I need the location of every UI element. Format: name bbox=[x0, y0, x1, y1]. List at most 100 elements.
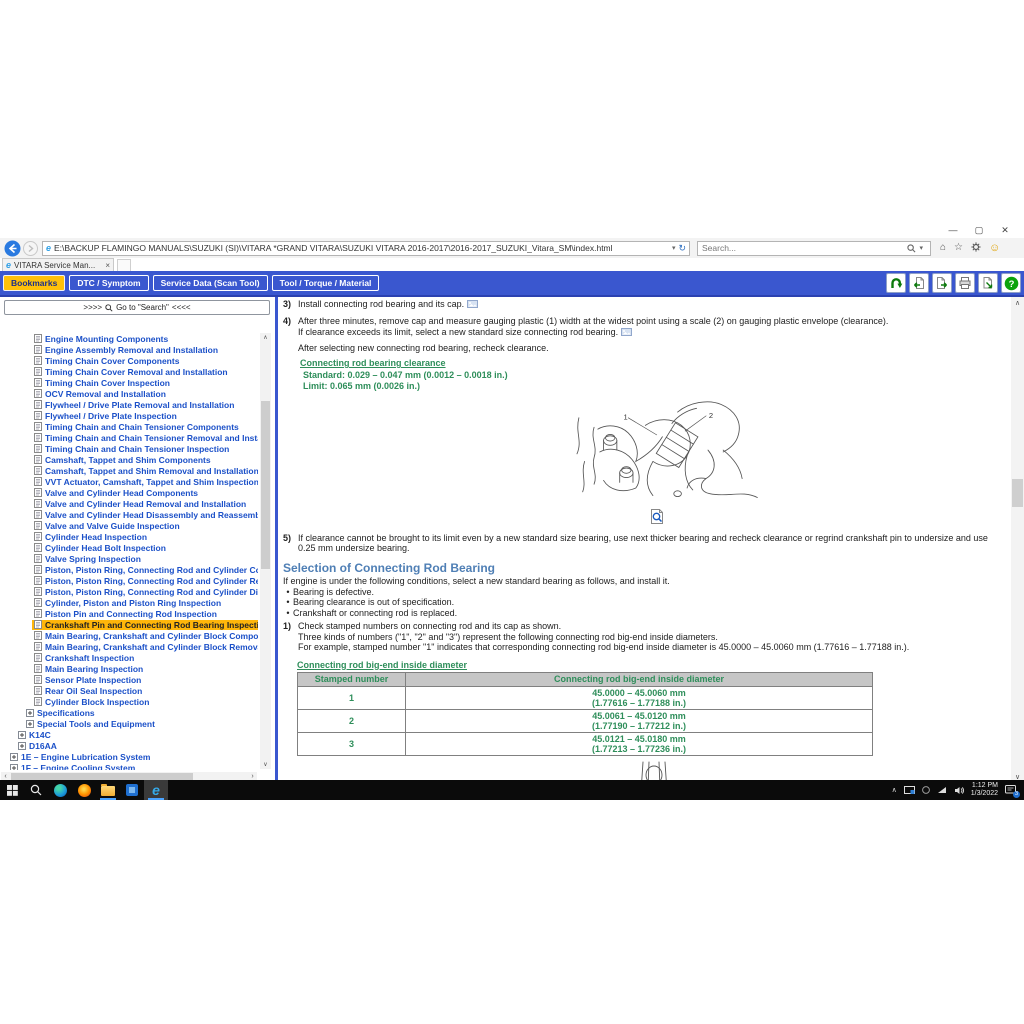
toolbar-button[interactable]: Bookmarks bbox=[3, 275, 65, 291]
sidebar-tree-item[interactable]: Valve and Valve Guide Inspection bbox=[0, 520, 258, 531]
scroll-down-icon[interactable]: ∨ bbox=[260, 761, 271, 768]
table-title[interactable]: Connecting rod big-end inside diameter bbox=[297, 660, 1007, 671]
sidebar-tree-item[interactable]: Flywheel / Drive Plate Removal and Insta… bbox=[0, 399, 258, 410]
toolbar-button[interactable]: Service Data (Scan Tool) bbox=[153, 275, 268, 291]
search-dropdown-icon[interactable]: ▾ bbox=[919, 244, 923, 252]
sidebar-tree-item[interactable]: Engine Mounting Components bbox=[0, 333, 258, 344]
sidebar-tree-item[interactable]: Main Bearing, Crankshaft and Cylinder Bl… bbox=[0, 630, 258, 641]
inline-image-icon[interactable] bbox=[621, 328, 632, 339]
sidebar-tree-item[interactable]: Flywheel / Drive Plate Inspection bbox=[0, 410, 258, 421]
taskbar-search-icon[interactable] bbox=[24, 780, 48, 800]
sidebar-tree-item[interactable]: Cylinder, Piston and Piston Ring Inspect… bbox=[0, 597, 258, 608]
sidebar-tree-item[interactable]: Special Tools and Equipment bbox=[0, 718, 258, 729]
tray-volume-icon[interactable] bbox=[954, 786, 964, 795]
scrollbar-thumb[interactable] bbox=[1012, 479, 1023, 507]
help-icon[interactable]: ? bbox=[1001, 273, 1021, 293]
sidebar-tree-item[interactable]: Timing Chain and Chain Tensioner Compone… bbox=[0, 421, 258, 432]
scroll-up-icon[interactable]: ∧ bbox=[1011, 299, 1024, 307]
sidebar-tree-item[interactable]: Main Bearing Inspection bbox=[0, 663, 258, 674]
favorites-star-icon[interactable]: ☆ bbox=[954, 243, 963, 253]
tray-bluetooth-icon[interactable] bbox=[922, 786, 930, 794]
sidebar-tree-item[interactable]: Crankshaft Inspection bbox=[0, 652, 258, 663]
photos-app-icon[interactable] bbox=[120, 780, 144, 800]
forward-button[interactable] bbox=[23, 241, 38, 256]
sidebar-tree-item[interactable]: Cylinder Block Inspection bbox=[0, 696, 258, 707]
go-to-search-button[interactable]: >>>> Go to "Search" <<<< bbox=[4, 300, 270, 315]
expand-plus-icon[interactable] bbox=[26, 709, 34, 717]
tray-display-icon[interactable] bbox=[904, 786, 915, 795]
edge-icon[interactable] bbox=[48, 780, 72, 800]
sidebar-tree-item[interactable]: Piston, Piston Ring, Connecting Rod and … bbox=[0, 586, 258, 597]
search-icon[interactable] bbox=[907, 244, 916, 253]
sidebar-tree-item[interactable]: Camshaft, Tappet and Shim Components bbox=[0, 454, 258, 465]
file-explorer-icon[interactable] bbox=[96, 780, 120, 800]
sidebar-tree-item[interactable]: Camshaft, Tappet and Shim Removal and In… bbox=[0, 465, 258, 476]
sidebar-tree-item[interactable]: Cylinder Head Inspection bbox=[0, 531, 258, 542]
sidebar-tree-item[interactable]: Valve and Cylinder Head Removal and Inst… bbox=[0, 498, 258, 509]
print-icon[interactable] bbox=[955, 273, 975, 293]
internet-explorer-icon[interactable]: e bbox=[144, 780, 168, 800]
sidebar-tree-item[interactable]: Main Bearing, Crankshaft and Cylinder Bl… bbox=[0, 641, 258, 652]
home-icon[interactable]: ⌂ bbox=[940, 243, 946, 253]
tab-close-icon[interactable]: × bbox=[105, 261, 110, 270]
expand-plus-icon[interactable] bbox=[10, 764, 18, 771]
sidebar-tree-item[interactable]: 1F – Engine Cooling System bbox=[0, 762, 258, 770]
sidebar-tree-item[interactable]: Piston, Piston Ring, Connecting Rod and … bbox=[0, 575, 258, 586]
sidebar-tree-item[interactable]: Crankshaft Pin and Connecting Rod Bearin… bbox=[0, 619, 258, 630]
taskbar-clock[interactable]: 1:12 PM 1/3/2022 bbox=[971, 782, 998, 799]
tab-vitara-service-manual[interactable]: e VITARA Service Man... × bbox=[2, 258, 114, 271]
hidden-icons-chevron[interactable]: ∧ bbox=[892, 786, 897, 794]
expand-plus-icon[interactable] bbox=[18, 742, 26, 750]
sidebar-tree-item[interactable]: Cylinder Head Bolt Inspection bbox=[0, 542, 258, 553]
sidebar-tree-item[interactable]: Rear Oil Seal Inspection bbox=[0, 685, 258, 696]
sidebar-tree-item[interactable]: OCV Removal and Installation bbox=[0, 388, 258, 399]
sidebar-tree-item[interactable]: Piston, Piston Ring, Connecting Rod and … bbox=[0, 564, 258, 575]
settings-gear-icon[interactable] bbox=[971, 242, 981, 255]
expand-plus-icon[interactable] bbox=[18, 731, 26, 739]
scrollbar-thumb[interactable] bbox=[261, 401, 270, 569]
scroll-up-icon[interactable]: ∧ bbox=[260, 334, 271, 341]
start-button[interactable] bbox=[0, 780, 24, 800]
feedback-smiley-icon[interactable]: ☺ bbox=[989, 243, 1000, 253]
sidebar-tree-item[interactable]: 1E – Engine Lubrication System bbox=[0, 751, 258, 762]
sidebar-tree-item[interactable]: Piston Pin and Connecting Rod Inspection bbox=[0, 608, 258, 619]
refresh-icon[interactable]: ↻ bbox=[678, 243, 686, 254]
sidebar-tree-item[interactable]: Valve and Cylinder Head Disassembly and … bbox=[0, 509, 258, 520]
sidebar-tree-item[interactable]: Valve and Cylinder Head Components bbox=[0, 487, 258, 498]
maximize-button[interactable]: ▢ bbox=[966, 223, 992, 237]
tray-network-icon[interactable] bbox=[937, 786, 947, 794]
sidebar-tree-item[interactable]: Timing Chain Cover Removal and Installat… bbox=[0, 366, 258, 377]
main-vertical-scrollbar[interactable]: ∧ ∨ bbox=[1011, 297, 1024, 783]
firefox-icon[interactable] bbox=[72, 780, 96, 800]
sidebar-tree-item[interactable]: Specifications bbox=[0, 707, 258, 718]
sidebar-tree-item[interactable]: Engine Assembly Removal and Installation bbox=[0, 344, 258, 355]
sidebar-tree-item[interactable]: K14C bbox=[0, 729, 258, 740]
sidebar-tree-item[interactable]: Timing Chain Cover Components bbox=[0, 355, 258, 366]
action-center-icon[interactable]: 3 bbox=[1005, 785, 1016, 795]
sidebar-tree-item[interactable]: Timing Chain and Chain Tensioner Removal… bbox=[0, 432, 258, 443]
sidebar-tree-item[interactable]: Sensor Plate Inspection bbox=[0, 674, 258, 685]
sidebar-tree-item[interactable]: VVT Actuator, Camshaft, Tappet and Shim … bbox=[0, 476, 258, 487]
address-dropdown-icon[interactable]: ▾ bbox=[672, 244, 676, 252]
inline-image-icon[interactable] bbox=[467, 300, 478, 311]
next-page-icon[interactable] bbox=[932, 273, 952, 293]
back-button[interactable] bbox=[4, 240, 21, 257]
previous-page-icon[interactable] bbox=[909, 273, 929, 293]
expand-plus-icon[interactable] bbox=[26, 720, 34, 728]
expand-plus-icon[interactable] bbox=[10, 753, 18, 761]
zoom-image-icon[interactable] bbox=[650, 509, 1007, 524]
sidebar-tree-item[interactable]: Timing Chain Cover Inspection bbox=[0, 377, 258, 388]
new-tab-button[interactable] bbox=[117, 259, 131, 271]
toolbar-button[interactable]: DTC / Symptom bbox=[69, 275, 148, 291]
minimize-button[interactable]: — bbox=[940, 223, 966, 237]
clearance-spec-title[interactable]: Connecting rod bearing clearance bbox=[300, 358, 1007, 369]
search-input[interactable]: Search... ▾ bbox=[697, 241, 931, 256]
sidebar-vertical-scrollbar[interactable]: ∧ ∨ bbox=[260, 333, 271, 769]
close-button[interactable]: ✕ bbox=[992, 223, 1018, 237]
sidebar-tree-item[interactable]: Valve Spring Inspection bbox=[0, 553, 258, 564]
toolbar-button[interactable]: Tool / Torque / Material bbox=[272, 275, 380, 291]
sidebar-tree-item[interactable]: D16AA bbox=[0, 740, 258, 751]
sidebar-tree-item[interactable]: Timing Chain and Chain Tensioner Inspect… bbox=[0, 443, 258, 454]
export-page-icon[interactable] bbox=[978, 273, 998, 293]
address-input[interactable]: e E:\BACKUP FLAMINGO MANUALS\SUZUKI (SI)… bbox=[42, 241, 690, 256]
